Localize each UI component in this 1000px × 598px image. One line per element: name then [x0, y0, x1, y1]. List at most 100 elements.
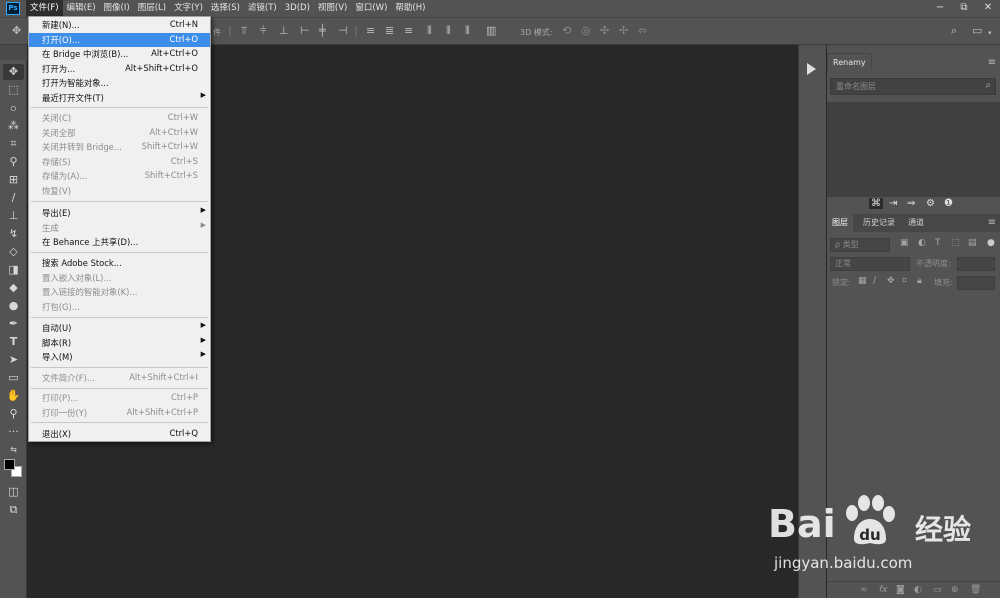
3d-slide-icon[interactable]: ✢	[619, 25, 628, 37]
menu-open-as-smart-object[interactable]: 打开为智能对象...	[29, 76, 210, 91]
menu-filter[interactable]: 滤镜(T)	[244, 0, 281, 17]
menu-revert[interactable]: 恢复(V)	[29, 184, 210, 199]
info-icon[interactable]: ❶	[944, 198, 953, 209]
menu-file-info[interactable]: 文件简介(F)... Alt+Shift+Ctrl+I	[29, 371, 210, 386]
distribute-left-icon[interactable]: ⦀	[427, 25, 432, 37]
distribute-vcenter-icon[interactable]: ≣	[385, 25, 394, 37]
lock-artboard-icon[interactable]: ⌗	[902, 276, 907, 286]
menu-layer[interactable]: 图层(L)	[134, 0, 170, 17]
quick-mask-icon[interactable]: ◫	[3, 484, 24, 500]
move-tool-icon[interactable]: ✥	[12, 25, 21, 37]
filter-smart-object-icon[interactable]: ▤	[968, 238, 977, 248]
align-bottom-icon[interactable]: ⊥	[279, 25, 289, 37]
history-brush-tool-icon[interactable]: ↯	[3, 226, 24, 242]
swap-colors-icon[interactable]: ⇆	[3, 442, 24, 458]
foreground-color-swatch[interactable]	[4, 459, 15, 470]
healing-brush-tool-icon[interactable]: ⊞	[3, 172, 24, 188]
3d-roll-icon[interactable]: ◎	[581, 25, 591, 37]
arrow-right-icon[interactable]: ⇥	[889, 198, 897, 209]
search-icon[interactable]: ⌕	[951, 25, 957, 37]
menu-open-recent[interactable]: 最近打开文件(T) ▶	[29, 91, 210, 106]
link-layers-icon[interactable]: ∞	[860, 585, 868, 595]
tab-layers[interactable]: 图层	[827, 214, 853, 232]
menu-close-and-go-to-bridge[interactable]: 关闭并转到 Bridge... Shift+Ctrl+W	[29, 140, 210, 155]
workspace-dropdown-icon[interactable]: ▾	[988, 27, 992, 39]
menu-help[interactable]: 帮助(H)	[391, 0, 429, 17]
lock-position-icon[interactable]: ✥	[887, 276, 895, 286]
auto-align-icon[interactable]: ▥	[486, 25, 496, 37]
tab-channels[interactable]: 通道	[903, 214, 929, 232]
menu-import[interactable]: 导入(M) ▶	[29, 350, 210, 365]
menu-browse-in-bridge[interactable]: 在 Bridge 中浏览(B)... Alt+Ctrl+O	[29, 47, 210, 62]
dodge-tool-icon[interactable]: ●	[3, 298, 24, 314]
move-tool-icon[interactable]: ✥	[3, 64, 24, 80]
menu-exit[interactable]: 退出(X) Ctrl+Q	[29, 427, 210, 442]
clone-stamp-tool-icon[interactable]: ⊥	[3, 208, 24, 224]
menu-search-adobe-stock[interactable]: 搜索 Adobe Stock...	[29, 256, 210, 271]
align-vcenter-icon[interactable]: ⫩	[260, 25, 266, 37]
screen-mode-icon[interactable]: ⧉	[3, 502, 24, 518]
distribute-hcenter-icon[interactable]: ⦀	[446, 25, 451, 37]
3d-scale-icon[interactable]: ⬄	[638, 25, 647, 37]
menu-generate[interactable]: 生成 ▶	[29, 221, 210, 236]
delete-layer-icon[interactable]: 🗑︎	[970, 585, 981, 595]
menu-save-as[interactable]: 存储为(A)... Shift+Ctrl+S	[29, 169, 210, 184]
distribute-top-icon[interactable]: ≡	[366, 25, 375, 37]
menu-select[interactable]: 选择(S)	[207, 0, 244, 17]
menu-place-embedded[interactable]: 置入嵌入对象(L)...	[29, 271, 210, 286]
menu-close[interactable]: 关闭(C) Ctrl+W	[29, 111, 210, 126]
opacity-input[interactable]	[957, 257, 995, 271]
crop-tool-icon[interactable]: ⌗	[3, 136, 24, 152]
marquee-tool-icon[interactable]: ⬚	[3, 82, 24, 98]
tab-history[interactable]: 历史记录	[858, 214, 900, 232]
menu-image[interactable]: 图像(I)	[100, 0, 134, 17]
search-icon[interactable]: ⌕	[985, 80, 991, 91]
filter-pixel-icon[interactable]: ▣	[900, 238, 909, 248]
renamy-panel-tab[interactable]: Renamy	[827, 53, 872, 70]
menu-close-all[interactable]: 关闭全部 Alt+Ctrl+W	[29, 126, 210, 141]
play-icon[interactable]	[807, 63, 816, 75]
magic-wand-tool-icon[interactable]: ⁂	[3, 118, 24, 134]
menu-scripts[interactable]: 脚本(R) ▶	[29, 336, 210, 351]
align-right-icon[interactable]: ⊣	[338, 25, 348, 37]
eraser-tool-icon[interactable]: ◇	[3, 244, 24, 260]
menu-edit[interactable]: 编辑(E)	[63, 0, 100, 17]
menu-print-one-copy[interactable]: 打印一份(Y) Alt+Shift+Ctrl+P	[29, 406, 210, 421]
lock-all-icon[interactable]: 🔒︎	[917, 276, 922, 286]
eyedropper-tool-icon[interactable]: ⚲	[3, 154, 24, 170]
menu-window[interactable]: 窗口(W)	[351, 0, 391, 17]
distribute-bottom-icon[interactable]: ≡	[404, 25, 413, 37]
rectangle-tool-icon[interactable]: ▭	[3, 370, 24, 386]
blur-tool-icon[interactable]: ◆	[3, 280, 24, 296]
new-layer-icon[interactable]: ⊕	[951, 585, 959, 595]
minimize-button[interactable]: −	[928, 0, 952, 17]
menu-type[interactable]: 文字(Y)	[170, 0, 207, 17]
gradient-tool-icon[interactable]: ◨	[3, 262, 24, 278]
workspace-icon[interactable]: ▭	[972, 25, 982, 37]
hand-tool-icon[interactable]: ✋	[3, 388, 24, 404]
filter-type-select[interactable]: ρ 类型	[830, 238, 890, 252]
filter-adjustment-icon[interactable]: ◐	[918, 238, 926, 248]
brush-tool-icon[interactable]: ∕	[3, 190, 24, 206]
menu-automate[interactable]: 自动(U) ▶	[29, 321, 210, 336]
settings-icon[interactable]: ⚙	[926, 198, 935, 209]
menu-file[interactable]: 文件(F)	[26, 0, 63, 17]
menu-save[interactable]: 存储(S) Ctrl+S	[29, 155, 210, 170]
blend-mode-select[interactable]: 正常	[830, 257, 910, 271]
3d-pan-icon[interactable]: ✣	[600, 25, 609, 37]
menu-open[interactable]: 打开(O)... Ctrl+O	[29, 32, 210, 48]
lasso-tool-icon[interactable]: ဝ	[3, 100, 24, 116]
fill-input[interactable]	[957, 276, 995, 290]
menu-new[interactable]: 新建(N)... Ctrl+N	[29, 18, 210, 33]
rename-icon[interactable]: ⌘	[869, 198, 883, 209]
filter-type-icon[interactable]: T	[935, 238, 941, 248]
menu-3d[interactable]: 3D(D)	[281, 0, 314, 17]
restore-button[interactable]: ⧉	[952, 0, 976, 17]
filter-toggle-icon[interactable]: ●	[987, 238, 995, 248]
zoom-tool-icon[interactable]: ⚲	[3, 406, 24, 422]
distribute-right-icon[interactable]: ⦀	[465, 25, 470, 37]
panel-menu-icon[interactable]: ≡	[988, 57, 996, 68]
lock-image-icon[interactable]: ∕	[873, 276, 876, 286]
menu-place-linked[interactable]: 置入链接的智能对象(K)...	[29, 285, 210, 300]
more-tools-icon[interactable]: ···	[3, 424, 24, 440]
